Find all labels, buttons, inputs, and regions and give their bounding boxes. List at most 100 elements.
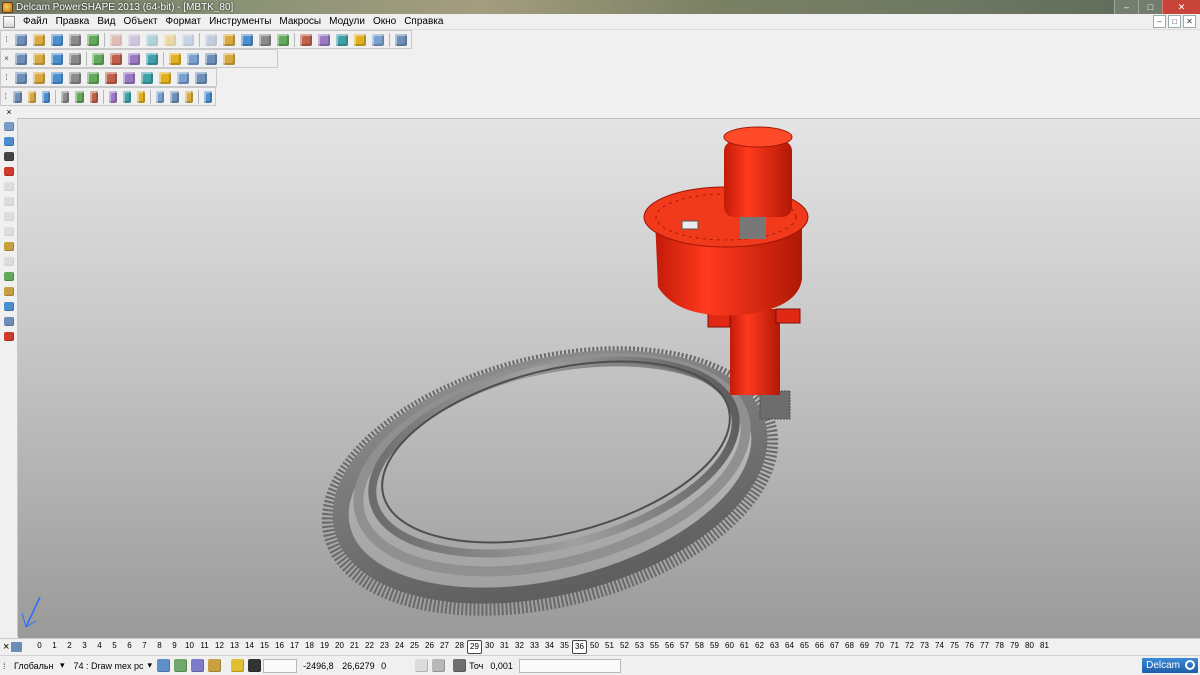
level-button-65[interactable]: 65 (797, 640, 812, 654)
level-button-36[interactable]: 36 (572, 640, 587, 654)
level-button-75[interactable]: 75 (947, 640, 962, 654)
cone-icon[interactable] (103, 70, 119, 86)
save-icon[interactable] (49, 32, 65, 48)
view-front-icon[interactable] (31, 51, 47, 67)
light-icon[interactable] (203, 51, 219, 67)
zoom-fit-icon[interactable] (126, 51, 142, 67)
level-button-10[interactable]: 10 (182, 640, 197, 654)
level-button-27[interactable]: 27 (437, 640, 452, 654)
select-group-icon[interactable] (174, 659, 188, 672)
chamfer-icon[interactable] (202, 89, 214, 105)
axis-icon[interactable] (257, 32, 273, 48)
level-button-8[interactable]: 8 (152, 640, 167, 654)
level-button-69[interactable]: 69 (857, 640, 872, 654)
levels-close-button[interactable]: × (3, 641, 9, 653)
select-icon[interactable] (1, 120, 17, 133)
star-icon[interactable] (1, 240, 17, 253)
print-icon[interactable] (85, 32, 101, 48)
level-button-4[interactable]: 4 (92, 640, 107, 654)
pocket-icon[interactable] (59, 89, 71, 105)
split-icon[interactable] (154, 89, 166, 105)
level-button-59[interactable]: 59 (707, 640, 722, 654)
snap-icon[interactable] (239, 32, 255, 48)
level-button-73[interactable]: 73 (917, 640, 932, 654)
arc-tool-icon[interactable] (1, 195, 17, 208)
mdi-close-button[interactable]: ✕ (1183, 15, 1196, 28)
surface-icon[interactable] (352, 32, 368, 48)
shell-icon[interactable] (88, 89, 100, 105)
mdi-restore-button[interactable]: □ (1168, 15, 1181, 28)
minimize-button[interactable]: – (1114, 0, 1138, 14)
rotate-icon[interactable] (144, 51, 160, 67)
frame-icon[interactable] (157, 70, 173, 86)
gear-icon[interactable] (1, 285, 17, 298)
level-button-66[interactable]: 66 (812, 640, 827, 654)
toolbar-grip[interactable]: ⁞ (3, 89, 8, 104)
transform-icon[interactable] (26, 89, 38, 105)
workplane-select[interactable]: Глобальн (11, 659, 57, 673)
level-dropdown-icon[interactable]: ▾ (148, 660, 153, 671)
level-button-61[interactable]: 61 (737, 640, 752, 654)
left-toolbar-close-button[interactable]: × (0, 106, 18, 118)
surface-tool-icon[interactable] (1, 225, 17, 238)
paste-icon[interactable] (144, 32, 160, 48)
measure-icon[interactable] (221, 32, 237, 48)
level-button-20[interactable]: 20 (332, 640, 347, 654)
level-button-26[interactable]: 26 (422, 640, 437, 654)
level-button-1[interactable]: 1 (47, 640, 62, 654)
graphics-viewport[interactable] (18, 118, 1200, 638)
level-button-5[interactable]: 5 (107, 640, 122, 654)
level-button-23[interactable]: 23 (377, 640, 392, 654)
select-all-icon[interactable] (157, 659, 171, 672)
level-button-52[interactable]: 52 (617, 640, 632, 654)
view-top-icon[interactable] (49, 51, 65, 67)
solid-tool-icon[interactable] (1, 270, 17, 283)
level-button-78[interactable]: 78 (992, 640, 1007, 654)
red-solid-icon[interactable] (85, 70, 101, 86)
red-tool-icon[interactable] (1, 330, 17, 343)
level-button-34[interactable]: 34 (542, 640, 557, 654)
arc-icon[interactable] (298, 32, 314, 48)
level-button-68[interactable]: 68 (842, 640, 857, 654)
maximize-button[interactable]: □ (1138, 0, 1162, 14)
document-icon[interactable] (3, 15, 15, 28)
level-button-64[interactable]: 64 (782, 640, 797, 654)
workplane-dropdown-icon[interactable]: ▾ (60, 660, 65, 671)
level-button-35[interactable]: 35 (557, 640, 572, 654)
level-button-56[interactable]: 56 (662, 640, 677, 654)
level-button-12[interactable]: 12 (212, 640, 227, 654)
level-button-80[interactable]: 80 (1022, 640, 1037, 654)
curve-tool-icon[interactable] (1, 210, 17, 223)
level-button-11[interactable]: 11 (197, 640, 212, 654)
redo-icon[interactable] (203, 32, 219, 48)
menu-file[interactable]: Файл (19, 14, 52, 30)
solid-icon[interactable] (370, 32, 386, 48)
level-button-63[interactable]: 63 (767, 640, 782, 654)
sphere-icon[interactable] (193, 70, 209, 86)
menu-view[interactable]: Вид (93, 14, 119, 30)
mdi-minimize-button[interactable]: – (1153, 15, 1166, 28)
level-button-79[interactable]: 79 (1007, 640, 1022, 654)
tool-icon[interactable] (393, 32, 409, 48)
level-button-55[interactable]: 55 (647, 640, 662, 654)
levels-icon[interactable] (11, 642, 23, 652)
blue-solid-icon[interactable] (49, 70, 65, 86)
open-icon[interactable] (31, 32, 47, 48)
level-button-51[interactable]: 51 (602, 640, 617, 654)
circle-icon[interactable] (275, 32, 291, 48)
point-icon[interactable] (1, 150, 17, 163)
level-button-53[interactable]: 53 (632, 640, 647, 654)
toolbar-close-button[interactable]: × (3, 51, 10, 66)
tolerance-icon[interactable] (453, 659, 467, 672)
cube-icon[interactable] (121, 70, 137, 86)
menu-help[interactable]: Справка (400, 14, 447, 30)
level-select[interactable]: 74 : Draw mex pc (71, 659, 145, 673)
level-button-9[interactable]: 9 (167, 640, 182, 654)
level-button-76[interactable]: 76 (962, 640, 977, 654)
box-icon[interactable] (139, 70, 155, 86)
level-button-33[interactable]: 33 (527, 640, 542, 654)
level-button-77[interactable]: 77 (977, 640, 992, 654)
pinion-gear[interactable] (759, 390, 791, 420)
level-button-19[interactable]: 19 (317, 640, 332, 654)
text-icon[interactable] (316, 32, 332, 48)
